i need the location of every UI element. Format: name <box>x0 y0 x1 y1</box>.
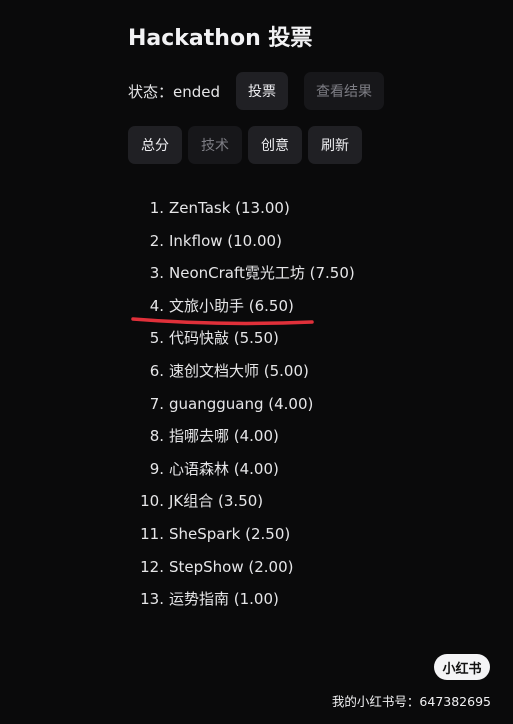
ranking-number: 11. <box>140 524 164 543</box>
ranking-number: 3. <box>149 264 164 283</box>
ranking-number: 13. <box>140 590 164 609</box>
tab-tech[interactable]: 技术 <box>188 126 242 164</box>
ranking-entry: ZenTask (13.00) <box>169 199 290 217</box>
ranking-entry: 速创文档大师 (5.00) <box>169 361 309 380</box>
ranking-entry: 指哪去哪 (4.00) <box>169 427 279 446</box>
ranking-entry: guangguang (4.00) <box>169 394 314 413</box>
ranking-number: 10. <box>140 492 164 511</box>
ranking-entry: 心语森林 (4.00) <box>169 459 279 478</box>
ranking-entry: 代码快敲 (5.50) <box>169 329 279 348</box>
ranking-item: 2. Inkflow (10.00) <box>128 228 355 261</box>
ranking-entry: StepShow (2.00) <box>169 557 294 576</box>
ranking-number: 7. <box>149 394 164 413</box>
logo-text: 小红书 <box>442 661 482 677</box>
ranking-item: 9. 心语森林 (4.00) <box>128 456 355 489</box>
ranking-entry: SheSpark (2.50) <box>169 524 291 543</box>
ranking-number: 5. <box>149 329 164 348</box>
ranking-number: 1. <box>149 199 164 217</box>
status-row: 状态：ended 投票 查看结果 <box>128 72 385 110</box>
vote-button[interactable]: 投票 <box>236 72 289 110</box>
ranking-number: 2. <box>149 231 164 250</box>
ranking-number: 9. <box>149 459 164 478</box>
status-label: 状态：ended <box>128 82 221 101</box>
ranking-item: 8. 指哪去哪 (4.00) <box>128 423 355 456</box>
red-underline-annotation <box>131 317 314 326</box>
page-title: Hackathon 投票 <box>128 26 313 51</box>
tab-creativity[interactable]: 创意 <box>248 126 302 164</box>
ranking-item: 13. 运势指南 (1.00) <box>128 586 355 619</box>
ranking-item: 12. StepShow (2.00) <box>128 554 355 587</box>
ranking-item: 10. JK组合 (3.50) <box>128 488 355 521</box>
ranking-list: 1. ZenTask (13.00) 2. Inkflow (10.00) 3. Neon… <box>128 195 355 619</box>
ranking-item: 5. 代码快敲 (5.50) <box>128 325 355 358</box>
ranking-number: 6. <box>149 361 164 380</box>
ranking-entry: Inkflow (10.00) <box>169 231 282 250</box>
ranking-item: 7. guangguang (4.00) <box>128 391 355 424</box>
ranking-entry: JK组合 (3.50) <box>169 492 264 511</box>
xiaohongshu-logo: 小红书 <box>434 654 490 680</box>
watermark-text: 我的小红书号：647382695 <box>331 694 491 709</box>
score-tabs: 总分 技术 创意 刷新 <box>128 126 362 164</box>
tab-total-score[interactable]: 总分 <box>128 126 182 164</box>
ranking-number: 8. <box>149 427 164 446</box>
ranking-number: 12. <box>140 557 164 576</box>
ranking-entry: NeonCraft霓光工坊 (7.50) <box>169 264 355 283</box>
ranking-item: 11. SheSpark (2.50) <box>128 521 355 554</box>
view-results-button[interactable]: 查看结果 <box>304 72 385 110</box>
ranking-item: 3. NeonCraft霓光工坊 (7.50) <box>128 260 355 293</box>
ranking-item: 1. ZenTask (13.00) <box>128 195 355 228</box>
ranking-item: 6. 速创文档大师 (5.00) <box>128 358 355 391</box>
refresh-button[interactable]: 刷新 <box>308 126 362 164</box>
ranking-entry: 运势指南 (1.00) <box>169 590 279 609</box>
